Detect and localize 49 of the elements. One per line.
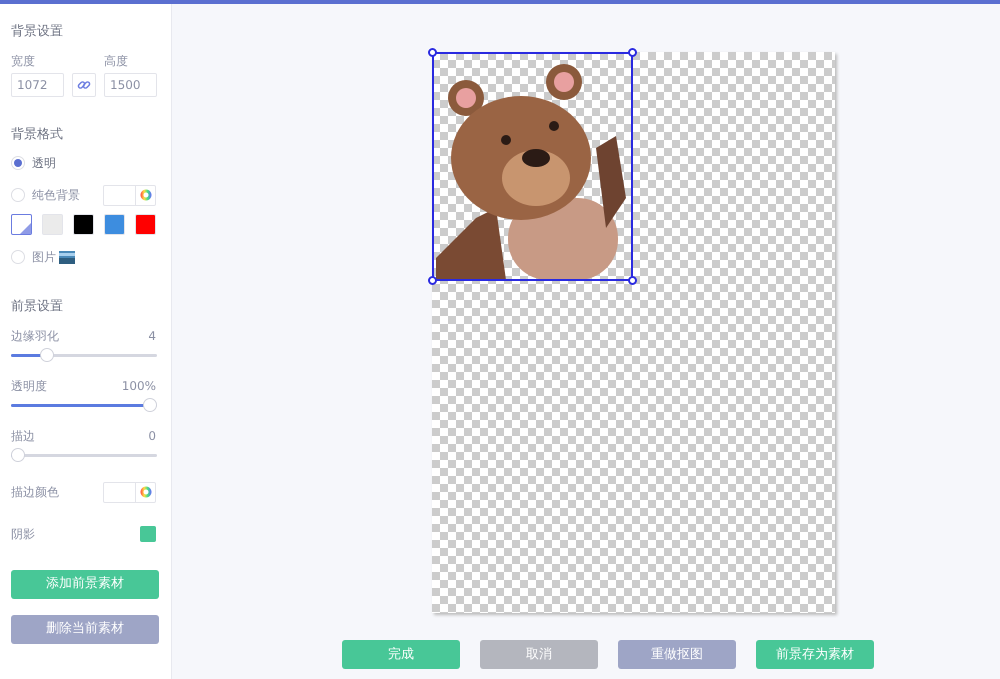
option-label: 透明 [32, 155, 56, 172]
radio-button[interactable] [11, 156, 25, 170]
action-button[interactable]: 删除当前素材 [11, 614, 159, 644]
action-button[interactable]: 取消 [480, 640, 598, 669]
option-label: 纯色背景 [32, 187, 80, 204]
slider-label: 透明度 [11, 378, 47, 394]
width-input[interactable]: 1072 [11, 72, 64, 96]
slider-thumb[interactable] [143, 398, 157, 412]
radio-button[interactable] [11, 250, 25, 264]
slider-label: 描边 [11, 428, 35, 444]
slider[interactable] [11, 348, 157, 362]
color-swatch[interactable] [104, 214, 125, 235]
slider-value: 0 [148, 428, 156, 444]
landscape-icon [59, 250, 75, 264]
section-title: 前景设置 [11, 298, 64, 316]
slider-label: 边缘羽化 [11, 328, 59, 344]
resize-handle[interactable] [628, 276, 636, 285]
slider[interactable] [11, 448, 157, 462]
slider-value: 4 [148, 328, 156, 344]
custom-color-swatch[interactable] [11, 214, 32, 235]
color-swatch[interactable] [42, 214, 63, 235]
color-field[interactable] [103, 184, 156, 206]
radio-button[interactable] [11, 188, 25, 202]
shadow-toggle[interactable] [140, 526, 156, 542]
field-label: 阴影 [11, 526, 35, 542]
resize-handle[interactable] [628, 48, 636, 57]
action-button[interactable]: 重做抠图 [618, 640, 736, 669]
section-title: 背景格式 [11, 126, 64, 144]
action-button[interactable]: 添加前景素材 [11, 570, 159, 598]
section-title: 背景设置 [11, 23, 64, 41]
color-wheel-icon[interactable] [140, 486, 152, 498]
resize-handle[interactable] [428, 48, 436, 57]
resize-handle[interactable] [428, 276, 436, 285]
field-label: 宽度 [11, 52, 36, 70]
link-button[interactable] [72, 72, 96, 96]
color-swatch[interactable] [135, 214, 156, 235]
slider-thumb[interactable] [40, 348, 54, 362]
height-input[interactable]: 1500 [104, 72, 157, 96]
slider[interactable] [11, 398, 157, 412]
action-button[interactable]: 前景存为素材 [756, 640, 874, 669]
color-wheel-icon[interactable] [140, 189, 152, 201]
field-label: 高度 [104, 52, 129, 70]
slider-value: 100% [122, 378, 156, 394]
color-field[interactable] [103, 482, 156, 502]
option-label: 图片 [32, 249, 56, 266]
action-button[interactable]: 完成 [342, 640, 460, 669]
color-swatch[interactable] [73, 214, 94, 235]
field-label: 描边颜色 [11, 484, 59, 501]
slider-thumb[interactable] [11, 448, 25, 462]
